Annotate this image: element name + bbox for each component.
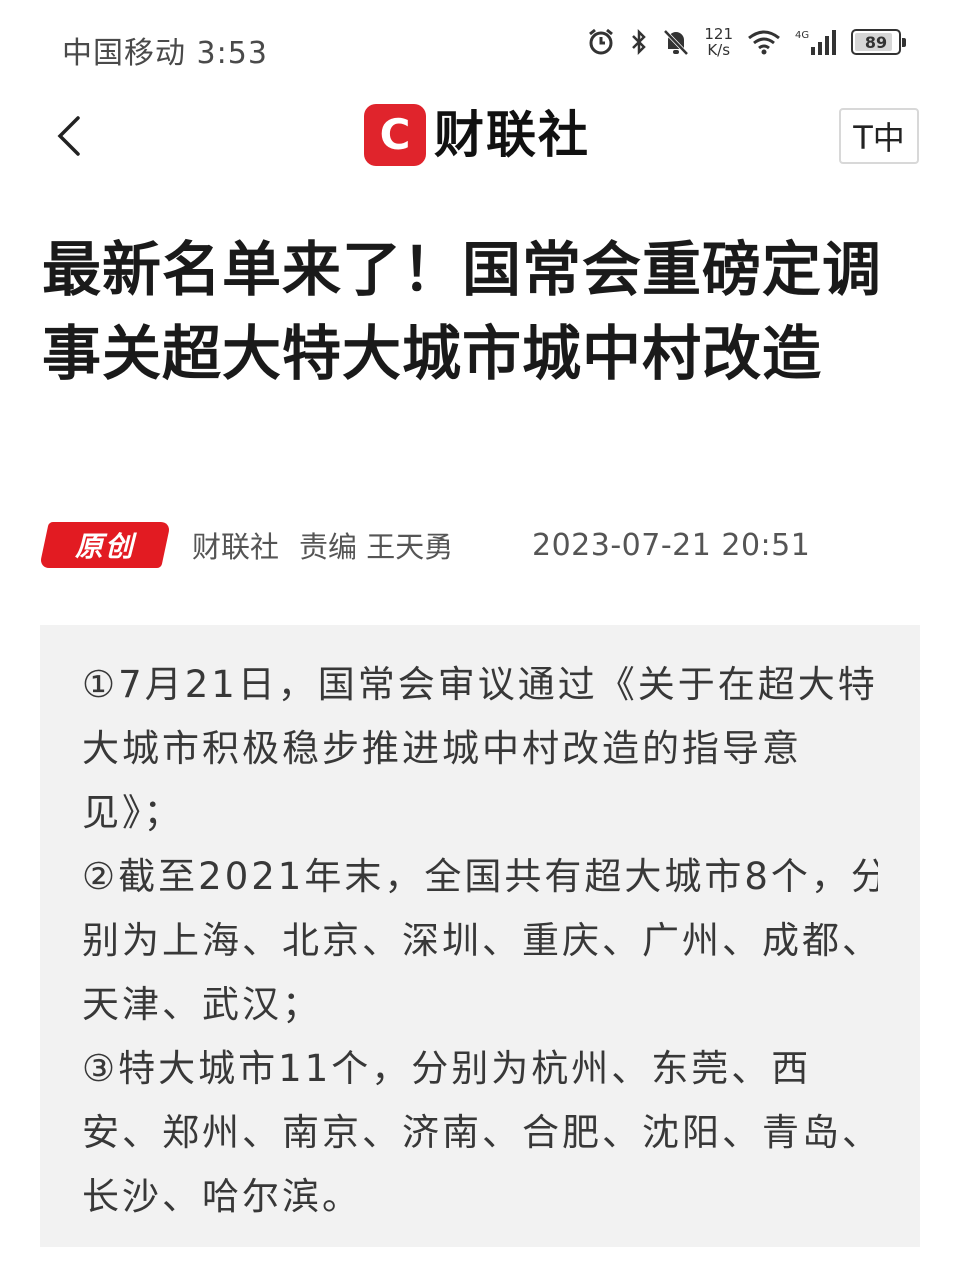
back-button[interactable] [44, 108, 94, 164]
original-badge: 原创 [39, 522, 171, 568]
summary-line: 见》； [82, 791, 184, 834]
summary-line: 别为上海、北京、深圳、重庆、广州、成都、 [82, 919, 878, 962]
bluetooth-icon [630, 27, 648, 57]
article-editor: 责编 王天勇 [299, 530, 454, 564]
summary-line: 天津、武汉； [82, 983, 322, 1026]
summary-line: 安、郑州、南京、济南、合肥、沈阳、青岛、 [82, 1111, 878, 1154]
signal-4g-icon: 4G [795, 27, 837, 57]
battery-icon: 89 [851, 29, 906, 55]
status-icons: 121 K/s 4G 89 [586, 26, 906, 58]
summary-line: ①7月21日，国常会审议通过《关于在超大特 [82, 663, 878, 706]
net-speed: 121 K/s [704, 26, 733, 58]
summary-line: 长沙、哈尔滨。 [82, 1175, 362, 1218]
svg-text:4G: 4G [795, 30, 809, 41]
net-speed-unit: K/s [707, 41, 731, 59]
mute-icon [662, 27, 690, 57]
summary-text: ①7月21日，国常会审议通过《关于在超大特 大城市积极稳步推进城中村改造的指导意… [82, 653, 878, 1229]
brand: C 财联社 [364, 104, 590, 166]
summary-line: ②截至2021年末，全国共有超大城市8个，分 [82, 855, 878, 898]
wifi-icon [747, 28, 781, 56]
brand-logo-letter: C [380, 112, 411, 158]
article-source[interactable]: 财联社 [192, 524, 279, 566]
carrier-time: 中国移动 3:53 [62, 36, 268, 71]
article-meta: 原创 财联社 责编 王天勇 2023-07-21 20:51 [39, 518, 920, 572]
brand-logo-icon: C [364, 104, 426, 166]
summary-line: 大城市积极稳步推进城中村改造的指导意 [82, 727, 802, 770]
alarm-icon [586, 27, 616, 57]
status-bar: 中国移动 3:53 121 K/s 4G 89 [0, 0, 959, 90]
chevron-left-icon [57, 116, 80, 156]
summary-box: ①7月21日，国常会审议通过《关于在超大特 大城市积极稳步推进城中村改造的指导意… [40, 625, 920, 1247]
brand-name: 财联社 [434, 106, 590, 164]
article-timestamp: 2023-07-21 20:51 [532, 527, 811, 563]
summary-line: ③特大城市11个，分别为杭州、东莞、西 [82, 1047, 812, 1090]
font-size-button[interactable]: T中 [839, 108, 919, 164]
article-title: 最新名单来了！国常会重磅定调 事关超大特大城市城中村改造 [42, 235, 883, 388]
original-badge-label: 原创 [74, 530, 135, 563]
net-speed-value: 121 [704, 25, 733, 43]
battery-level: 89 [864, 32, 888, 52]
nav-bar: C 财联社 T中 [0, 90, 959, 190]
